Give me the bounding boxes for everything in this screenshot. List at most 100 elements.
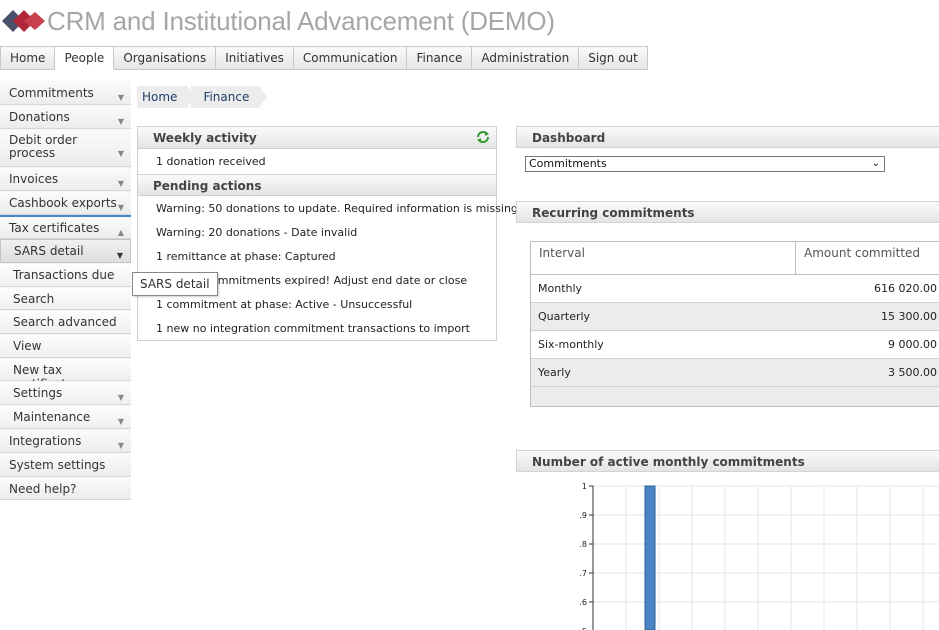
sidebar-item-label: View bbox=[13, 339, 42, 353]
sidebar-item-label: Maintenance bbox=[13, 410, 91, 424]
pending-actions-title: Pending actions bbox=[153, 179, 262, 193]
chevron-down-icon: ▼ bbox=[117, 93, 124, 102]
table-row: Quarterly 15 300.00 bbox=[531, 303, 939, 331]
sidebar-item-maintenance[interactable]: Maintenance ▼ bbox=[0, 405, 131, 429]
breadcrumb: Home Finance bbox=[137, 86, 268, 108]
cell-amount: 9 000.00 bbox=[888, 338, 937, 351]
sidebar-item-label: Need help? bbox=[9, 482, 77, 496]
sidebar-item-search[interactable]: Search bbox=[0, 287, 131, 310]
table-row: Monthly 616 020.00 bbox=[531, 275, 939, 303]
cell-interval: Monthly bbox=[538, 282, 583, 295]
sidebar-item-system-settings[interactable]: System settings bbox=[0, 453, 131, 477]
sidebar-item-label: Search advanced bbox=[13, 315, 117, 329]
y-tick-label: .8 bbox=[579, 540, 587, 549]
chevron-down-icon: ▼ bbox=[117, 417, 124, 426]
chevron-down-icon: ▼ bbox=[117, 393, 124, 402]
chevron-down-icon: ▼ bbox=[117, 203, 124, 212]
app-title: CRM and Institutional Advancement (DEMO) bbox=[47, 6, 555, 36]
chevron-down-icon: ▼ bbox=[117, 179, 124, 188]
y-tick-label: 1 bbox=[582, 482, 587, 491]
active-monthly-header: Number of active monthly commitments bbox=[516, 450, 939, 472]
sidebar: Commitments ▼ Donations ▼ Debit order pr… bbox=[0, 81, 131, 500]
tab-people[interactable]: People bbox=[55, 46, 115, 70]
breadcrumb-finance[interactable]: Finance bbox=[191, 86, 268, 108]
cell-interval: Six-monthly bbox=[538, 338, 604, 351]
pending-row[interactable]: 1 remittance at phase: Captured bbox=[138, 245, 496, 269]
table-header: Interval Amount committed bbox=[531, 242, 939, 275]
dashboard-select-value: Commitments bbox=[529, 157, 607, 170]
chevron-down-icon: ▼ bbox=[117, 117, 124, 126]
sidebar-item-label: Commitments bbox=[9, 86, 94, 100]
dashboard-header: Dashboard bbox=[516, 126, 939, 148]
chevron-down-icon: ▼ bbox=[117, 441, 124, 450]
sidebar-item-view[interactable]: View bbox=[0, 334, 131, 358]
top-nav: Home People Organisations Initiatives Co… bbox=[0, 46, 648, 70]
sidebar-item-label: Search bbox=[13, 292, 55, 306]
column-header-amount[interactable]: Amount committed bbox=[796, 242, 939, 274]
sidebar-item-label: Integrations bbox=[9, 434, 82, 448]
chevron-down-icon: ⌄ bbox=[871, 158, 880, 169]
chevron-down-icon: ▼ bbox=[116, 251, 123, 260]
sidebar-item-settings[interactable]: Settings ▼ bbox=[0, 381, 131, 405]
recurring-commitments-header: Recurring commitments bbox=[516, 201, 939, 223]
cell-amount: 3 500.00 bbox=[888, 366, 937, 379]
sidebar-item-search-advanced[interactable]: Search advanced bbox=[0, 310, 131, 334]
tab-initiatives[interactable]: Initiatives bbox=[216, 46, 294, 70]
cell-amount: 15 300.00 bbox=[881, 310, 937, 323]
tab-communication[interactable]: Communication bbox=[293, 46, 408, 70]
sidebar-item-donations[interactable]: Donations ▼ bbox=[0, 105, 131, 129]
cell-amount: 616 020.00 bbox=[874, 282, 937, 295]
sidebar-item-need-help[interactable]: Need help? bbox=[0, 477, 131, 500]
sidebar-item-label: Tax certificates bbox=[9, 221, 100, 235]
pending-row[interactable]: 1 commitment at phase: Active - Unsucces… bbox=[138, 293, 496, 317]
sidebar-item-cashbook-exports[interactable]: Cashbook exports ▼ bbox=[0, 191, 131, 215]
weekly-activity-title: Weekly activity bbox=[153, 131, 257, 145]
sidebar-item-sars-detail[interactable]: SARS detail ▼ bbox=[0, 239, 131, 263]
chevron-up-icon: ▲ bbox=[117, 227, 124, 237]
pending-actions-header: Pending actions bbox=[138, 174, 496, 196]
y-tick-label: .7 bbox=[579, 569, 587, 578]
tab-organisations[interactable]: Organisations bbox=[114, 46, 217, 70]
sidebar-item-label: Debit order process bbox=[9, 133, 78, 160]
breadcrumb-home[interactable]: Home bbox=[137, 86, 196, 108]
pending-row[interactable]: Warning: 50 donations to update. Require… bbox=[138, 197, 521, 221]
sidebar-item-new-tax-certificate[interactable]: New tax certificate bbox=[0, 358, 131, 391]
pending-row[interactable]: Warning: 20 donations - Date invalid bbox=[138, 221, 496, 245]
column-header-interval[interactable]: Interval bbox=[531, 242, 796, 274]
logo-icon bbox=[2, 10, 45, 32]
weekly-activity-panel: Weekly activity 1 donation received Pend… bbox=[137, 126, 521, 341]
weekly-row: 1 donation received bbox=[156, 155, 266, 168]
active-monthly-chart: 1.9.8.7.6.5 bbox=[579, 482, 939, 630]
y-tick-label: .6 bbox=[579, 598, 587, 607]
sidebar-item-label: Invoices bbox=[9, 172, 59, 186]
dashboard-select[interactable]: Commitments ⌄ bbox=[525, 156, 885, 172]
tab-finance[interactable]: Finance bbox=[407, 46, 473, 70]
chart-bar[interactable] bbox=[644, 485, 656, 630]
tab-home[interactable]: Home bbox=[0, 46, 56, 70]
sidebar-item-label: SARS detail bbox=[14, 244, 84, 258]
weekly-activity-header: Weekly activity bbox=[138, 127, 496, 149]
y-tick-label: .9 bbox=[579, 511, 587, 520]
sidebar-item-invoices[interactable]: Invoices ▼ bbox=[0, 167, 131, 191]
cell-interval: Yearly bbox=[538, 366, 571, 379]
sidebar-item-integrations[interactable]: Integrations ▼ bbox=[0, 429, 131, 453]
sidebar-item-label: Cashbook exports bbox=[9, 196, 117, 210]
sidebar-item-commitments[interactable]: Commitments ▼ bbox=[0, 81, 131, 105]
sidebar-item-label: System settings bbox=[9, 458, 106, 472]
table-footer bbox=[531, 387, 939, 406]
cell-interval: Quarterly bbox=[538, 310, 591, 323]
recurring-commitments-table: Interval Amount committed Monthly 616 02… bbox=[530, 241, 939, 407]
sidebar-item-label: Donations bbox=[9, 110, 70, 124]
tab-sign-out[interactable]: Sign out bbox=[579, 46, 648, 70]
chevron-down-icon: ▼ bbox=[117, 149, 124, 158]
table-row: Six-monthly 9 000.00 bbox=[531, 331, 939, 359]
sidebar-item-tax-certificates[interactable]: Tax certificates ▲ bbox=[0, 215, 131, 239]
sidebar-item-transactions-due[interactable]: Transactions due bbox=[0, 263, 131, 287]
pending-row[interactable]: 1 new no integration commitment transact… bbox=[138, 317, 496, 341]
sidebar-item-label: Settings bbox=[13, 386, 63, 400]
sidebar-item-debit-order-process[interactable]: Debit order process ▼ bbox=[0, 129, 131, 167]
table-row: Yearly 3 500.00 bbox=[531, 359, 939, 387]
tab-administration[interactable]: Administration bbox=[472, 46, 580, 70]
refresh-icon[interactable] bbox=[476, 130, 490, 144]
tooltip: SARS detail bbox=[132, 272, 218, 296]
